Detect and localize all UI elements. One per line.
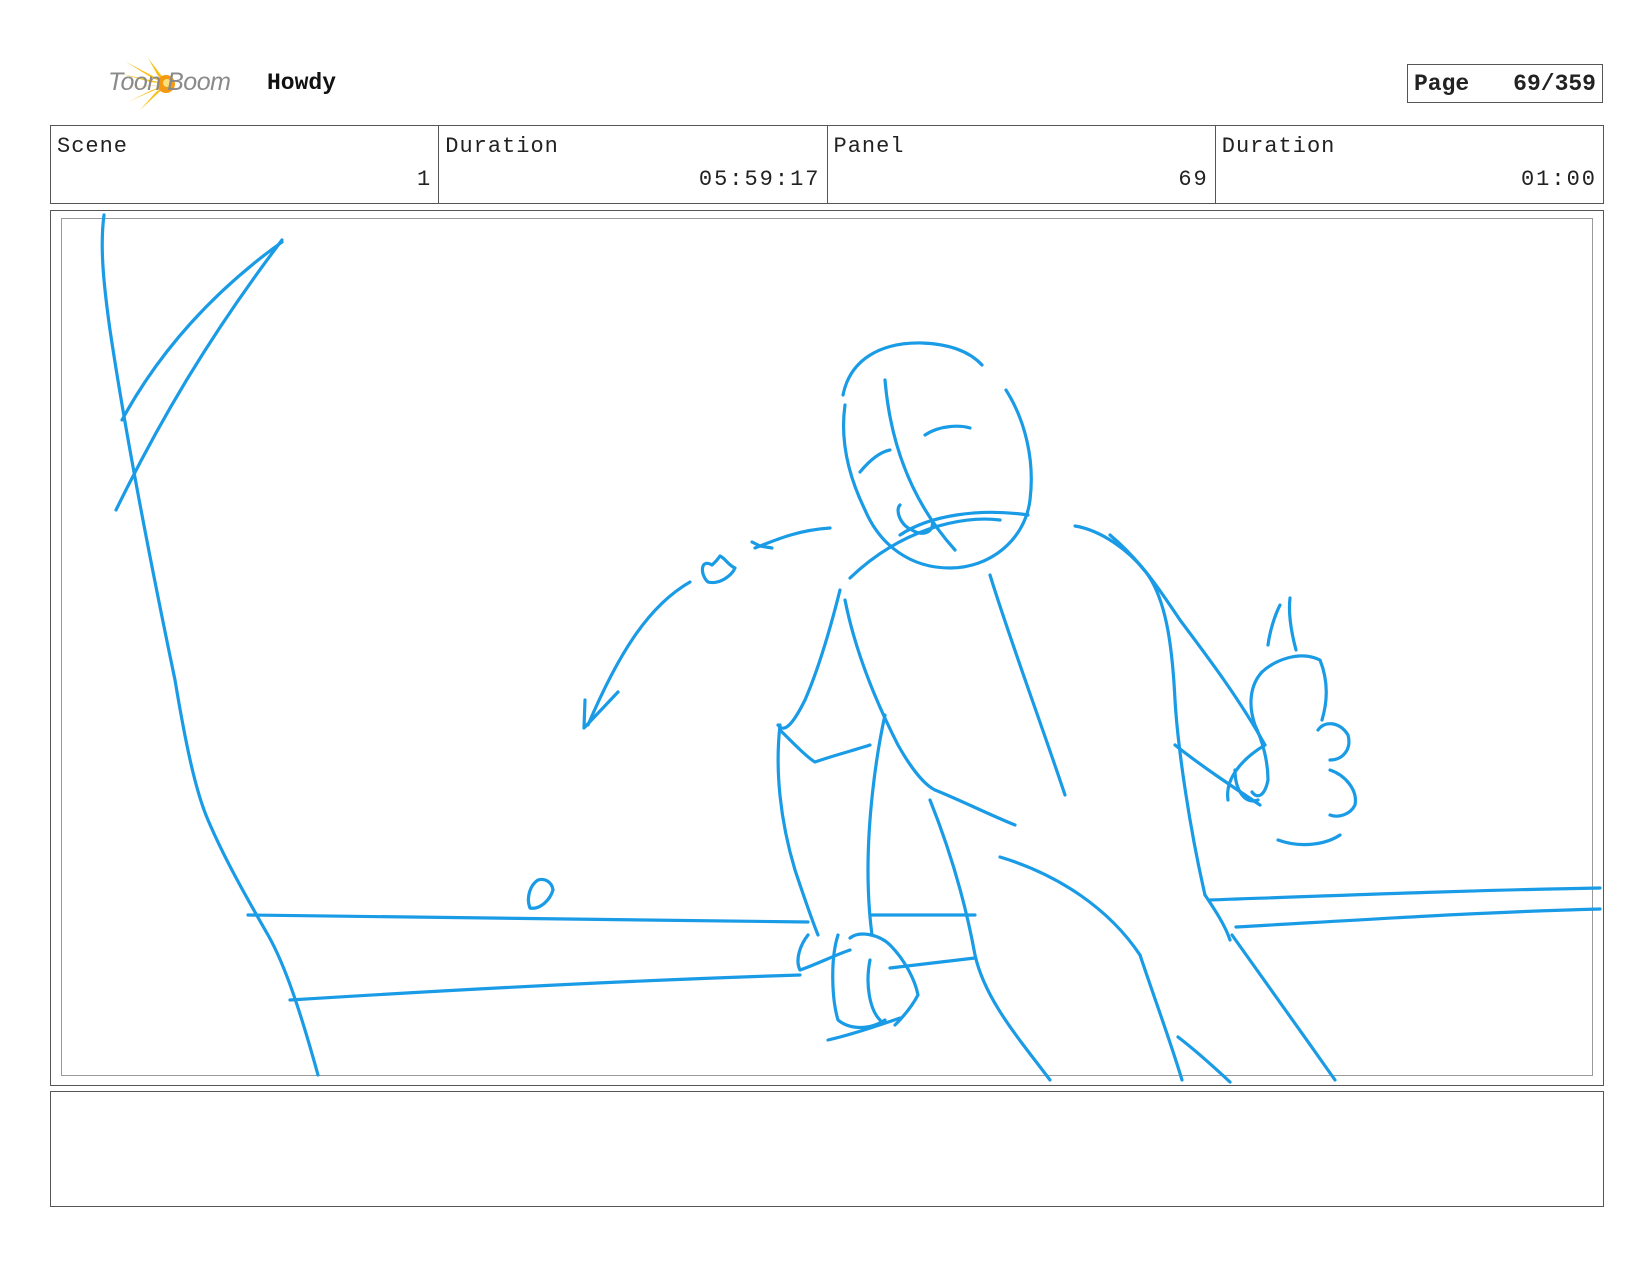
panel-safe-area: [61, 218, 1593, 1076]
scene-duration-label: Duration: [445, 134, 559, 159]
scene-cell: Scene 1: [51, 126, 440, 203]
page-indicator: Page 69/359: [1407, 64, 1603, 103]
panel-info-row: Scene 1 Duration 05:59:17 Panel 69 Durat…: [50, 125, 1604, 204]
panel-duration-cell: Duration 01:00: [1216, 126, 1603, 203]
panel-notes-text: [51, 1092, 1603, 1108]
project-title: Howdy: [267, 70, 337, 96]
scene-duration-cell: Duration 05:59:17: [439, 126, 828, 203]
scene-duration-value: 05:59:17: [698, 167, 821, 192]
page-label: Page: [1414, 70, 1470, 97]
page-number: 69/359: [1513, 70, 1596, 97]
panel-value: 69: [1178, 167, 1209, 192]
brand-name: Toon Boom: [108, 68, 231, 96]
panel-cell: Panel 69: [828, 126, 1216, 203]
scene-label: Scene: [57, 134, 129, 159]
panel-duration-value: 01:00: [1520, 167, 1597, 192]
panel-duration-label: Duration: [1221, 134, 1336, 159]
panel-label: Panel: [833, 134, 905, 159]
panel-notes-box: [50, 1091, 1604, 1207]
scene-value: 1: [417, 167, 433, 192]
